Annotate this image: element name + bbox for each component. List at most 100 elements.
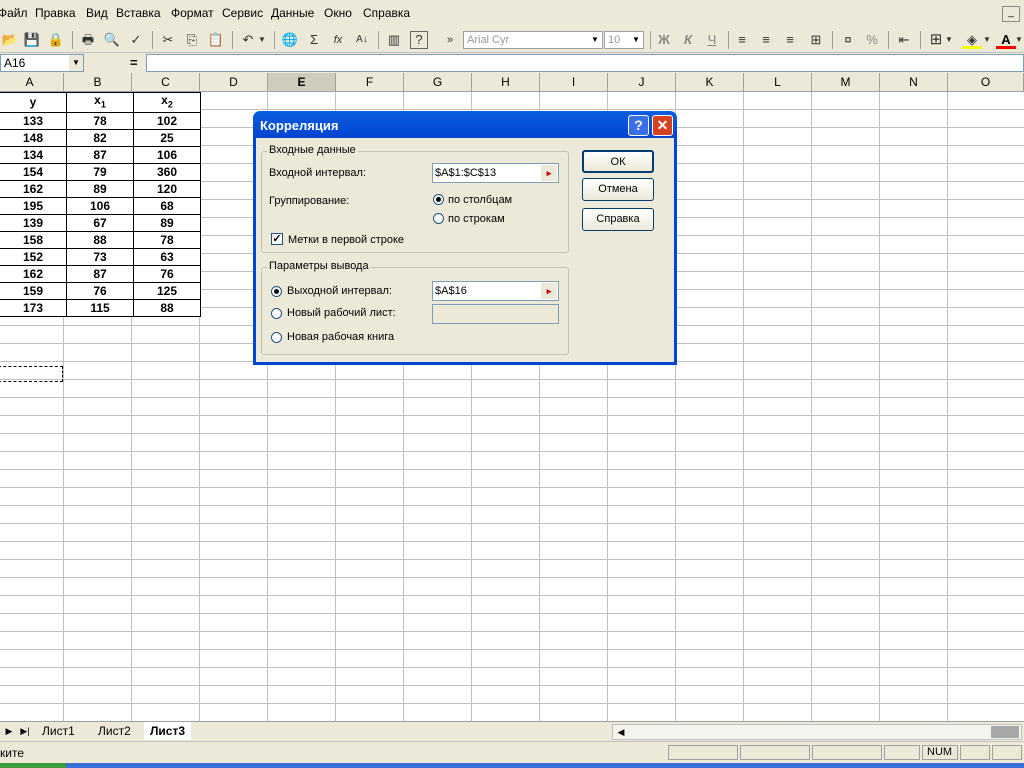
collapse-dialog-icon[interactable]: ▸ [541, 165, 557, 181]
scroll-left-icon[interactable]: ◀ [615, 725, 627, 739]
currency-icon[interactable]: ¤ [838, 31, 858, 49]
autosum-icon[interactable]: Σ [304, 31, 324, 49]
cell[interactable]: 78 [133, 231, 201, 250]
output-range-radio[interactable] [271, 286, 282, 297]
cell[interactable]: 120 [133, 180, 201, 199]
new-sheet-label[interactable]: Новый рабочий лист: [287, 307, 396, 319]
column-header-n[interactable]: N [880, 73, 948, 91]
cell[interactable]: 134 [0, 146, 67, 165]
labels-checkbox[interactable]: ✓ [271, 233, 283, 245]
undo-icon[interactable]: ↶ [238, 31, 258, 49]
menu-help[interactable]: Справка [363, 6, 410, 20]
save-icon[interactable]: 💾 [22, 31, 42, 49]
column-header-h[interactable]: H [472, 73, 540, 91]
cell[interactable]: 89 [66, 180, 134, 199]
close-icon[interactable]: ✕ [652, 115, 673, 136]
print-icon[interactable]: 🖶 [78, 31, 98, 49]
column-header-d[interactable]: D [200, 73, 268, 91]
new-book-radio[interactable] [271, 332, 282, 343]
column-header-i[interactable]: I [540, 73, 608, 91]
cell[interactable]: 125 [133, 282, 201, 301]
cell[interactable]: 158 [0, 231, 67, 250]
bold-icon[interactable]: Ж [654, 31, 674, 49]
hyperlink-icon[interactable]: 🌐 [280, 31, 300, 49]
cell[interactable]: 88 [66, 231, 134, 250]
cell[interactable]: 360 [133, 163, 201, 182]
underline-icon[interactable]: Ч [702, 31, 722, 49]
labels-first-row-label[interactable]: Метки в первой строке [288, 234, 404, 246]
cell[interactable]: 159 [0, 282, 67, 301]
cell[interactable]: 106 [133, 146, 201, 165]
cell[interactable]: 82 [66, 129, 134, 148]
permission-icon[interactable]: 🔒 [46, 31, 66, 49]
column-header-o[interactable]: O [948, 73, 1024, 91]
new-sheet-field[interactable] [432, 304, 559, 324]
horizontal-scrollbar[interactable]: ◀ [612, 724, 1022, 740]
align-left-icon[interactable]: ≡ [732, 31, 752, 49]
cell[interactable]: 139 [0, 214, 67, 233]
column-header-k[interactable]: K [676, 73, 744, 91]
cell[interactable]: 25 [133, 129, 201, 148]
output-range-label[interactable]: Выходной интервал: [287, 285, 392, 297]
collapse-dialog-icon[interactable]: ▸ [541, 283, 557, 299]
by-columns-radio[interactable] [433, 194, 444, 205]
cell[interactable]: 89 [133, 214, 201, 233]
column-header-f[interactable]: F [336, 73, 404, 91]
sheet-tab-1[interactable]: Лист1 [36, 722, 81, 740]
fill-color-icon[interactable]: ◈ [962, 31, 982, 49]
fill-color-dropdown-icon[interactable]: ▼ [982, 31, 992, 49]
help-button[interactable]: Справка [582, 208, 654, 231]
cell[interactable]: 67 [66, 214, 134, 233]
column-header-e[interactable]: E [268, 73, 336, 91]
menu-insert[interactable]: Вставка [116, 6, 161, 20]
new-sheet-radio[interactable] [271, 308, 282, 319]
help-icon[interactable]: ? [410, 31, 428, 49]
cell[interactable]: 195 [0, 197, 67, 216]
output-range-field[interactable]: $A$16 ▸ [432, 281, 559, 301]
new-book-label[interactable]: Новая рабочая книга [287, 331, 394, 343]
open-icon[interactable]: 📂 [0, 31, 20, 49]
paste-icon[interactable]: 📋 [206, 31, 226, 49]
print-preview-icon[interactable]: 🔍 [102, 31, 122, 49]
cell[interactable]: 76 [133, 265, 201, 284]
borders-dropdown-icon[interactable]: ▼ [944, 31, 954, 49]
cell[interactable]: 87 [66, 265, 134, 284]
formula-input[interactable] [146, 54, 1024, 72]
ok-button[interactable]: ОК [582, 150, 654, 173]
cell[interactable]: 76 [66, 282, 134, 301]
cell[interactable]: 79 [66, 163, 134, 182]
cell[interactable]: 162 [0, 265, 67, 284]
cell[interactable]: 148 [0, 129, 67, 148]
chevron-down-icon[interactable]: ▼ [69, 55, 83, 71]
font-select[interactable]: Arial Cyr ▼ [463, 31, 603, 49]
italic-icon[interactable]: К [678, 31, 698, 49]
chart-wizard-icon[interactable]: ▥ [384, 31, 404, 49]
column-header-j[interactable]: J [608, 73, 676, 91]
menu-data[interactable]: Данные [271, 6, 314, 20]
cell[interactable]: 152 [0, 248, 67, 267]
sheet-tab-2[interactable]: Лист2 [92, 722, 137, 740]
spelling-icon[interactable]: ✓ [126, 31, 146, 49]
by-rows-radio[interactable] [433, 213, 444, 224]
cell[interactable]: 133 [0, 112, 67, 131]
column-header-c[interactable]: C [132, 73, 200, 91]
cell[interactable]: 154 [0, 163, 67, 182]
menu-tools[interactable]: Сервис [222, 6, 263, 20]
name-box[interactable]: A16 ▼ [0, 54, 84, 72]
cell[interactable]: 88 [133, 299, 201, 318]
cell[interactable]: 87 [66, 146, 134, 165]
by-columns-label[interactable]: по столбцам [448, 194, 512, 206]
column-header-a[interactable]: A [0, 73, 64, 91]
column-header-b[interactable]: B [64, 73, 132, 91]
minimize-icon[interactable]: _ [1002, 6, 1020, 22]
help-icon[interactable]: ? [628, 115, 649, 136]
font-color-icon[interactable]: A [996, 31, 1016, 49]
cancel-button[interactable]: Отмена [582, 178, 654, 201]
cell[interactable]: 162 [0, 180, 67, 199]
cell[interactable]: 115 [66, 299, 134, 318]
by-rows-label[interactable]: по строкам [448, 213, 505, 225]
header-cell-y[interactable]: y [0, 91, 67, 114]
header-cell-x1[interactable]: x1 [66, 91, 134, 114]
sheet-tab-3[interactable]: Лист3 [144, 722, 192, 740]
menu-file[interactable]: Файл [0, 6, 28, 20]
